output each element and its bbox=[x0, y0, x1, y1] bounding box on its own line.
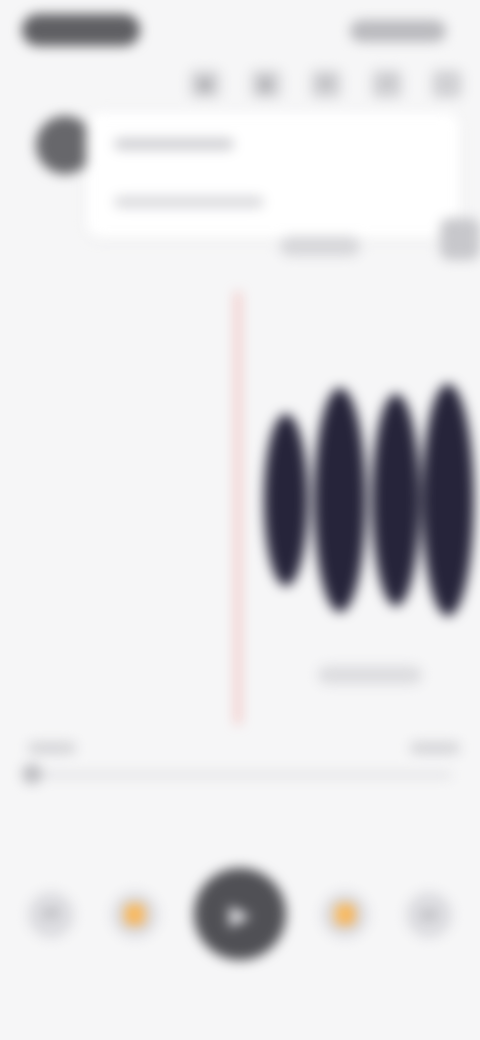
toolbar: ◆ ▮ ● ↗ ⋮ bbox=[190, 62, 462, 106]
skip-forward-icon[interactable]: ⏭ bbox=[406, 892, 452, 938]
recording-meta-placeholder bbox=[114, 196, 264, 208]
waveform-label-placeholder bbox=[318, 666, 422, 684]
side-chip[interactable] bbox=[440, 218, 480, 260]
recording-screen: ◆ ▮ ● ↗ ⋮ ⏮ ⏪ ▶ ⏩ ⏭ bbox=[0, 0, 480, 1040]
rewind-icon[interactable]: ⏪ bbox=[112, 892, 158, 938]
status-pill bbox=[22, 14, 140, 46]
waveform-blob-4 bbox=[422, 384, 474, 616]
waveform bbox=[264, 384, 474, 616]
share-icon[interactable]: ↗ bbox=[371, 70, 402, 98]
seek-thumb[interactable] bbox=[22, 764, 42, 784]
forward-icon[interactable]: ⏩ bbox=[322, 892, 368, 938]
waveform-blob-1 bbox=[264, 414, 308, 586]
seek-bar[interactable] bbox=[28, 772, 452, 778]
waveform-blob-3 bbox=[372, 394, 420, 606]
waveform-blob-2 bbox=[314, 388, 366, 612]
total-time-placeholder bbox=[410, 742, 460, 754]
tag-icon[interactable]: ◆ bbox=[190, 70, 220, 98]
recording-info-card bbox=[86, 112, 460, 238]
elapsed-time-placeholder bbox=[28, 742, 76, 754]
skip-back-icon[interactable]: ⏮ bbox=[28, 892, 74, 938]
playback-controls: ⏮ ⏪ ▶ ⏩ ⏭ bbox=[0, 868, 480, 964]
mode-chip[interactable] bbox=[280, 236, 360, 256]
mic-icon[interactable]: ● bbox=[311, 70, 341, 98]
more-icon[interactable]: ⋮ bbox=[432, 70, 462, 98]
play-icon[interactable]: ▶ bbox=[194, 868, 286, 960]
bookmark-icon[interactable]: ▮ bbox=[250, 70, 281, 98]
recording-title-placeholder bbox=[114, 138, 234, 150]
status-icons bbox=[350, 20, 446, 42]
